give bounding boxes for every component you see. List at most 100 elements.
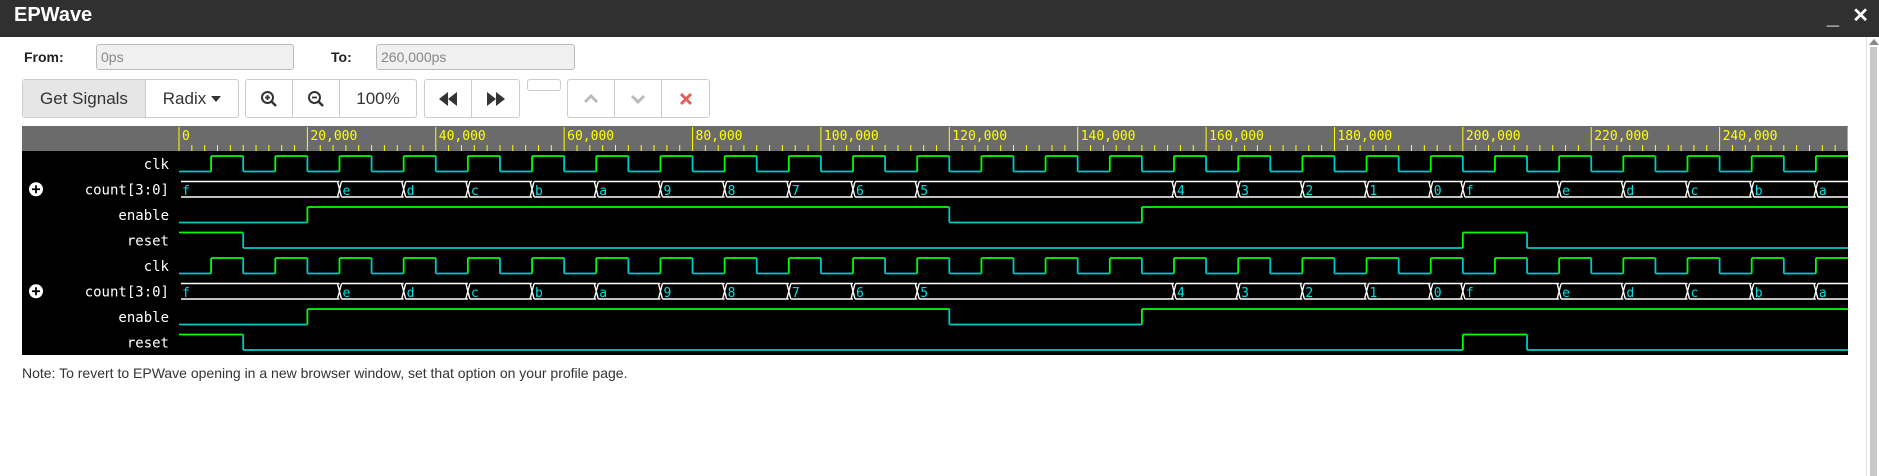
from-label: From: [24, 49, 64, 65]
get-signals-button[interactable]: Get Signals [23, 80, 146, 117]
ruler-label: 80,000 [696, 129, 743, 144]
scroll-thumb[interactable] [1870, 47, 1877, 476]
ruler-label: 140,000 [1081, 129, 1136, 144]
bus-value: f [182, 286, 190, 301]
bus-value: 7 [792, 184, 800, 199]
bus-value: 2 [1305, 184, 1313, 199]
bus-value: d [407, 286, 415, 301]
ruler-label: 220,000 [1594, 129, 1649, 144]
signal-edit-button-group [567, 79, 710, 118]
bus-value: e [1562, 286, 1570, 301]
bus-value: b [535, 184, 543, 199]
bus-value: d [407, 184, 415, 199]
ruler-label: 40,000 [439, 129, 486, 144]
fast-forward-icon [486, 91, 505, 106]
time-range-bar: From: To: [0, 37, 1860, 77]
bus-value: e [342, 286, 350, 301]
bus-value: e [1562, 184, 1570, 199]
bus-value: 8 [728, 286, 736, 301]
bus-value: a [1819, 286, 1827, 301]
bus-value: 6 [856, 184, 864, 199]
bus-value: a [599, 184, 607, 199]
bus-value: 4 [1177, 286, 1185, 301]
bus-value: 9 [663, 184, 671, 199]
bus-value: 3 [1241, 184, 1249, 199]
scroll-up-icon[interactable] [1869, 39, 1879, 45]
ruler-label: 200,000 [1466, 129, 1521, 144]
zoom-out-icon [308, 90, 324, 107]
bus-value: d [1626, 184, 1634, 199]
ruler-label: 160,000 [1209, 129, 1264, 144]
to-input[interactable] [376, 44, 575, 70]
radix-label: Radix [162, 88, 207, 108]
ruler-label: 240,000 [1723, 129, 1778, 144]
signal-name: count[3:0] [85, 182, 169, 198]
rewind-icon [439, 91, 457, 106]
bus-value: b [1755, 286, 1763, 301]
bus-value: c [471, 286, 479, 301]
bus-value: 5 [920, 184, 928, 199]
signal-name: clk [144, 259, 170, 275]
waveform-viewer[interactable]: 0 20,000 40,000 60,000 80,000 100,000 120,000 1… [22, 126, 1848, 355]
bus-value: a [1819, 184, 1827, 199]
radix-dropdown[interactable]: Radix [146, 80, 238, 117]
bus-value: 7 [792, 286, 800, 301]
signal-name: enable [118, 208, 169, 224]
signal-name: enable [118, 310, 169, 326]
remove-icon [679, 92, 692, 105]
zoom-level[interactable]: 100% [340, 80, 416, 117]
blank-button[interactable] [527, 79, 561, 91]
bus-value: f [182, 184, 190, 199]
ruler-label: 20,000 [310, 129, 357, 144]
to-label: To: [331, 49, 352, 65]
bus-value: 5 [920, 286, 928, 301]
ruler-label: 60,000 [567, 129, 614, 144]
window-titlebar: EPWave _ ✕ [0, 0, 1879, 37]
signal-name: count[3:0] [85, 284, 169, 300]
signal-name: reset [127, 233, 169, 249]
caret-down-icon [211, 95, 222, 102]
bus-value: 0 [1434, 184, 1442, 199]
profile-note: Note: To revert to EPWave opening in a n… [22, 365, 628, 381]
remove-signal-button[interactable] [662, 80, 709, 117]
bus-value: b [535, 286, 543, 301]
minimize-button[interactable]: _ [1827, 4, 1839, 30]
bus-value: 2 [1305, 286, 1313, 301]
window-title: EPWave [14, 4, 93, 26]
chevron-down-icon [630, 94, 646, 104]
ruler-label: 100,000 [824, 129, 879, 144]
bus-value: 9 [663, 286, 671, 301]
bus-value: f [1466, 286, 1474, 301]
rewind-button[interactable] [425, 80, 472, 117]
bus-value: f [1466, 184, 1474, 199]
signal-name: clk [144, 157, 170, 173]
bus-value: b [1755, 184, 1763, 199]
bus-value: 4 [1177, 184, 1185, 199]
forward-button[interactable] [472, 80, 519, 117]
bus-value: 1 [1370, 184, 1378, 199]
move-up-button[interactable] [568, 80, 615, 117]
zoom-in-button[interactable] [246, 80, 293, 117]
vertical-scrollbar[interactable] [1866, 37, 1879, 476]
from-input[interactable] [96, 44, 294, 70]
waveform-background [22, 126, 1848, 355]
bus-value: a [599, 286, 607, 301]
bus-value: c [471, 184, 479, 199]
move-down-button[interactable] [615, 80, 662, 117]
close-button[interactable]: ✕ [1852, 3, 1869, 28]
bus-value: 0 [1434, 286, 1442, 301]
time-ruler [22, 126, 1848, 151]
bus-value: e [342, 184, 350, 199]
bus-value: c [1691, 286, 1699, 301]
zoom-button-group: 100% [245, 79, 417, 118]
zoom-out-button[interactable] [293, 80, 340, 117]
bus-value: c [1691, 184, 1699, 199]
signal-name: reset [127, 335, 169, 351]
bus-value: d [1626, 286, 1634, 301]
ruler-label: 120,000 [952, 129, 1007, 144]
zoom-in-icon [261, 90, 277, 107]
bus-value: 1 [1370, 286, 1378, 301]
ruler-label: 180,000 [1337, 129, 1392, 144]
bus-value: 3 [1241, 286, 1249, 301]
navigate-button-group [424, 79, 520, 118]
